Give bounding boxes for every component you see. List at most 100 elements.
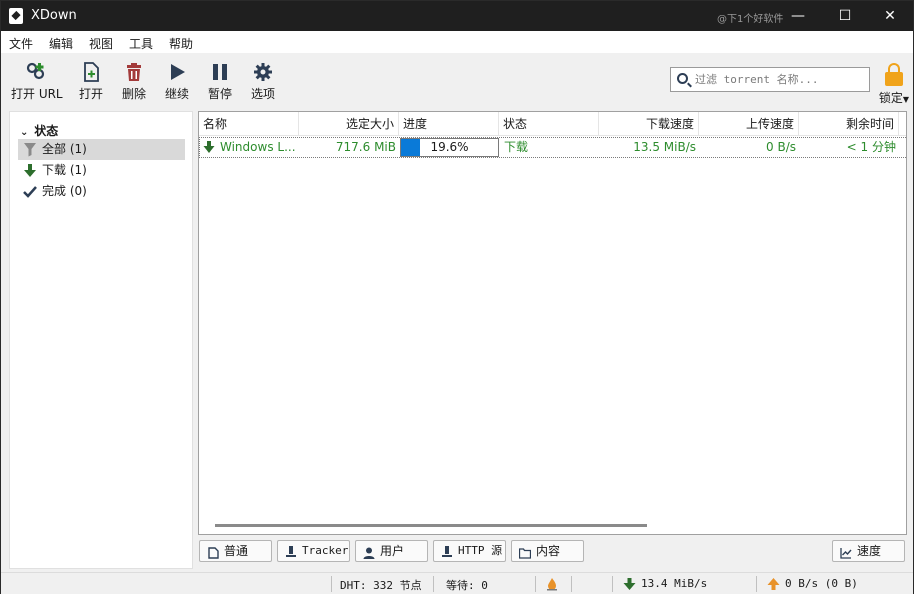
progress-text: 19.6% (430, 140, 469, 154)
torrent-eta: < 1 分钟 (846, 140, 896, 154)
sidebar-item-label: 完成 (0) (42, 184, 87, 198)
options-label: 选项 (250, 87, 275, 101)
sidebar-item-all[interactable]: 全部 (1) (18, 139, 185, 160)
column-header-progress[interactable]: 进度 (399, 112, 499, 136)
menu-tools[interactable]: 工具 (129, 35, 153, 52)
torrent-upload-speed: 0 B/s (766, 140, 796, 154)
user-icon (363, 545, 375, 559)
torrent-name: Windows L... (220, 140, 296, 154)
connection-status-icon[interactable] (546, 577, 558, 594)
tab-peers[interactable]: 用户 (355, 540, 428, 562)
table-row[interactable]: Windows L... 717.6 MiB 19.6% 下载 13.5 MiB… (199, 137, 906, 158)
maximize-button[interactable]: ☐ (822, 1, 868, 31)
sidebar-item-label: 下载 (1) (42, 163, 87, 177)
status-divider (612, 576, 613, 592)
close-button[interactable]: ✕ (867, 1, 913, 31)
status-divider (535, 576, 536, 592)
lock-button[interactable]: 锁定▼ (877, 63, 911, 106)
arrow-up-icon (767, 577, 780, 594)
pause-button[interactable]: 暂停 (202, 61, 238, 102)
global-download-speed[interactable]: 13.4 MiB/s (641, 577, 707, 590)
status-bar: DHT: 332 节点 等待: 0 13.4 MiB/s 0 B/s (0 B) (1, 572, 913, 594)
tab-label: 速度 (857, 544, 882, 558)
tab-label: 用户 (380, 544, 405, 558)
status-group-label: 状态 (34, 124, 59, 138)
server-icon (441, 545, 453, 557)
lock-label: 锁定▼ (878, 91, 910, 105)
torrent-filter (670, 67, 870, 92)
open-url-label: 打开 URL (11, 87, 63, 101)
column-header-eta[interactable]: 剩余时间 (799, 112, 899, 136)
sidebar: ⌄ 状态 全部 (1) 下载 (1) 完成 (0) (9, 111, 193, 569)
status-filter-group[interactable]: ⌄ 状态 (20, 122, 58, 139)
play-icon (166, 61, 188, 83)
status-divider (331, 576, 332, 592)
status-divider (433, 576, 434, 592)
tab-speed[interactable]: 速度 (832, 540, 905, 562)
search-icon (677, 73, 688, 84)
status-divider (756, 576, 757, 592)
sidebar-item-completed[interactable]: 完成 (0) (18, 181, 185, 202)
global-upload-speed[interactable]: 0 B/s (0 B) (785, 577, 858, 590)
menu-view[interactable]: 视图 (89, 35, 113, 52)
pause-label: 暂停 (207, 87, 232, 101)
torrent-list: 名称 选定大小 进度 状态 下载速度 上传速度 剩余时间 Windows L..… (198, 111, 907, 535)
horizontal-scrollbar[interactable] (215, 524, 647, 527)
tab-label: 内容 (536, 544, 561, 558)
window-title: XDown (31, 8, 77, 23)
checkmark-icon (23, 184, 37, 199)
row-name-cell: Windows L... (200, 138, 300, 157)
trash-icon (123, 61, 145, 83)
sidebar-item-downloading[interactable]: 下载 (1) (18, 160, 185, 181)
file-add-icon (80, 61, 102, 83)
column-header-name[interactable]: 名称 (199, 112, 299, 136)
pause-icon (209, 61, 231, 83)
table-header: 名称 选定大小 进度 状态 下载速度 上传速度 剩余时间 (199, 112, 906, 136)
tab-label: HTTP 源 (458, 544, 503, 557)
column-header-status[interactable]: 状态 (499, 112, 599, 136)
link-icon (25, 61, 47, 83)
tab-label: Tracker (302, 544, 349, 557)
tab-label: 普通 (224, 544, 249, 558)
sidebar-item-label: 全部 (1) (42, 142, 87, 156)
dht-nodes: DHT: 332 节点 (340, 579, 422, 592)
tab-content[interactable]: 内容 (511, 540, 584, 562)
filter-icon (23, 142, 37, 157)
resume-button[interactable]: 继续 (159, 61, 195, 102)
menu-file[interactable]: 文件 (9, 35, 33, 52)
menu-help[interactable]: 帮助 (169, 35, 193, 52)
gear-icon (252, 61, 274, 83)
app-window: XDown @下1个好软件 — ☐ ✕ 文件 编辑 视图 工具 帮助 打开 UR… (0, 0, 914, 594)
tab-general[interactable]: 普通 (199, 540, 272, 562)
arrow-down-icon (203, 140, 215, 154)
arrow-down-icon (23, 163, 37, 178)
toolbar: 打开 URL 打开 删除 继续 暂停 选项 过滤 torrent 名称... 锁… (1, 53, 913, 105)
app-logo-icon (9, 8, 23, 24)
open-url-button[interactable]: 打开 URL (11, 61, 63, 102)
arrow-down-icon (623, 577, 636, 594)
column-header-download-speed[interactable]: 下载速度 (599, 112, 699, 136)
watermark-text: @下1个好软件 (717, 14, 784, 25)
search-input[interactable] (695, 71, 865, 88)
torrent-size: 717.6 MiB (335, 140, 396, 154)
resume-label: 继续 (164, 87, 189, 101)
column-header-size[interactable]: 选定大小 (299, 112, 399, 136)
delete-button[interactable]: 删除 (116, 61, 152, 102)
options-button[interactable]: 选项 (245, 61, 281, 102)
open-button[interactable]: 打开 (73, 61, 109, 102)
tab-tracker[interactable]: Tracker (277, 540, 350, 562)
lock-icon (885, 63, 903, 86)
torrent-status: 下载 (504, 140, 529, 154)
tab-http-sources[interactable]: HTTP 源 (433, 540, 506, 562)
menu-bar: 文件 编辑 视图 工具 帮助 (1, 31, 913, 53)
torrent-download-speed: 13.5 MiB/s (633, 140, 696, 154)
title-bar: XDown @下1个好软件 — ☐ ✕ (1, 1, 913, 31)
folder-icon (518, 545, 532, 559)
menu-edit[interactable]: 编辑 (49, 35, 73, 52)
delete-label: 删除 (121, 87, 146, 101)
column-header-upload-speed[interactable]: 上传速度 (699, 112, 799, 136)
waiting-count: 等待: 0 (446, 579, 488, 592)
tracker-icon (285, 545, 297, 557)
chart-line-icon (840, 545, 852, 559)
minimize-button[interactable]: — (775, 1, 821, 31)
